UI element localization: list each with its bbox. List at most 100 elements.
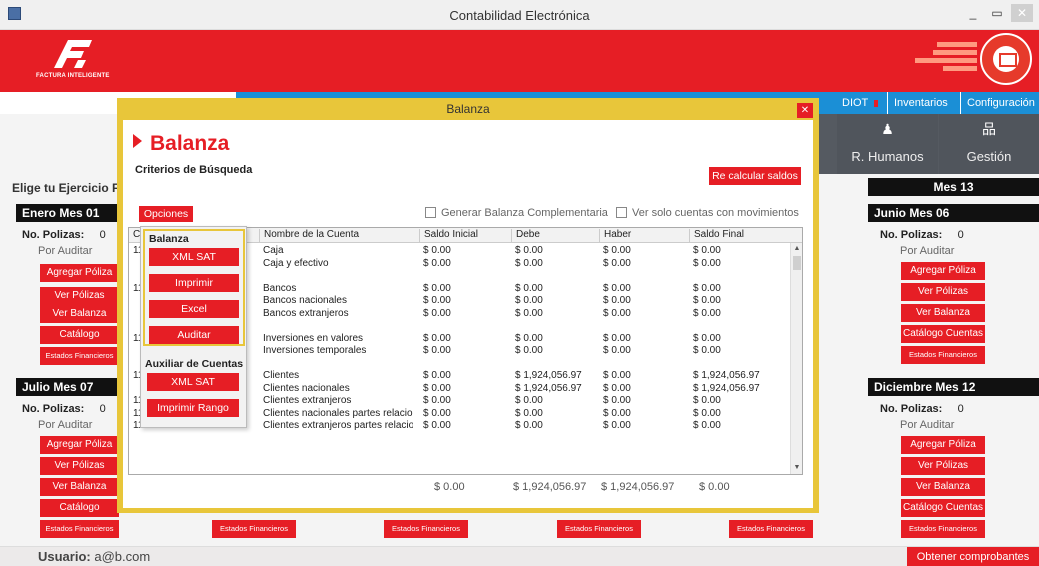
obtener-comprobantes-button[interactable]: Obtener comprobantes bbox=[907, 547, 1039, 566]
month-julio-header[interactable]: Julio Mes 07 bbox=[16, 378, 120, 396]
cell-fin: $ 0.00 bbox=[693, 345, 721, 356]
catalogo-cuentas-button[interactable]: Catálogo Cuentas bbox=[40, 326, 119, 358]
estados-financieros-button[interactable]: Estados Financieros bbox=[40, 347, 119, 365]
month-diciembre-header[interactable]: Diciembre Mes 12 bbox=[868, 378, 1039, 396]
nav-inventarios[interactable]: Inventarios bbox=[888, 92, 960, 129]
col-haber[interactable]: Haber bbox=[599, 229, 689, 242]
ver-balanza-button[interactable]: Ver Balanza bbox=[40, 478, 119, 496]
estados-financieros-button[interactable]: Estados Financieros bbox=[901, 520, 985, 538]
estados-financieros-button[interactable]: Estados Financieros bbox=[384, 520, 468, 538]
imprimir-rango-button[interactable]: Imprimir Rango bbox=[147, 399, 239, 417]
imprimir-button[interactable]: Imprimir bbox=[149, 274, 239, 292]
cell-haber: $ 0.00 bbox=[603, 382, 631, 394]
org-chart-icon: 品 bbox=[982, 121, 996, 137]
total-saldo-inicial: $ 0.00 bbox=[434, 481, 465, 493]
opciones-button[interactable]: Opciones bbox=[139, 206, 193, 222]
auditar-button[interactable]: Auditar bbox=[149, 326, 239, 344]
nav-configuracion-label: Configuración bbox=[967, 97, 1035, 109]
catalogo-cuentas-button[interactable]: Catálogo Cuentas bbox=[40, 499, 119, 531]
total-saldo-final: $ 0.00 bbox=[699, 481, 730, 493]
cell-fin: $ 0.00 bbox=[693, 420, 721, 431]
close-window-button[interactable]: ✕ bbox=[1011, 4, 1033, 22]
table-scrollbar[interactable]: ▲ ▼ bbox=[790, 243, 802, 474]
estados-financieros-button[interactable]: Estados Financieros bbox=[212, 520, 296, 538]
col-saldo-inicial[interactable]: Saldo Inicial bbox=[419, 229, 511, 242]
cell-ini: $ 0.00 bbox=[423, 382, 451, 394]
xml-sat-button[interactable]: XML SAT bbox=[149, 248, 239, 266]
catalogo-cuentas-button[interactable]: Catálogo Cuentas bbox=[901, 499, 985, 517]
estados-financieros-button[interactable]: Estados Financieros bbox=[901, 346, 985, 364]
cell-name: Caja bbox=[263, 245, 284, 256]
mes13-header[interactable]: Mes 13 bbox=[868, 178, 1039, 196]
estados-financieros-button[interactable]: Estados Financieros bbox=[557, 520, 641, 538]
brand-name: FACTURA INTELIGENTE bbox=[36, 73, 110, 79]
cell-haber: $ 0.00 bbox=[603, 395, 631, 406]
ver-balanza-button[interactable]: Ver Balanza bbox=[40, 305, 119, 323]
cell-ini: $ 0.00 bbox=[423, 282, 451, 294]
cell-haber: $ 0.00 bbox=[603, 257, 631, 269]
brand-logo: FACTURA INTELIGENTE bbox=[36, 38, 116, 84]
polizas-count-junio: No. Polizas: 0 bbox=[880, 229, 964, 241]
agregar-poliza-button[interactable]: Agregar Póliza bbox=[901, 436, 985, 454]
checkbox-icon bbox=[616, 207, 627, 218]
cell-debe: $ 0.00 bbox=[515, 245, 543, 256]
maximize-button[interactable]: ▭ bbox=[987, 4, 1007, 22]
ver-polizas-button[interactable]: Ver Pólizas bbox=[40, 457, 119, 475]
ver-polizas-button[interactable]: Ver Pólizas bbox=[901, 457, 985, 475]
scroll-up-icon[interactable]: ▲ bbox=[793, 245, 801, 253]
pin-icon bbox=[874, 99, 879, 107]
polizas-count-julio: No. Polizas: 0 bbox=[22, 403, 106, 415]
solo-movimientos-checkbox[interactable]: Ver solo cuentas con movimientos bbox=[616, 207, 799, 219]
cell-debe: $ 0.00 bbox=[515, 295, 543, 306]
person-icon: ♟ bbox=[881, 121, 894, 137]
ver-polizas-button[interactable]: Ver Pólizas bbox=[901, 283, 985, 301]
window-titlebar: Contabilidad Electrónica _ ▭ ✕ bbox=[0, 0, 1039, 30]
cell-ini: $ 0.00 bbox=[423, 245, 451, 256]
nav-configuracion[interactable]: Configuración bbox=[961, 92, 1039, 114]
nav-diot[interactable]: DIOT bbox=[836, 92, 887, 114]
status-bar: Usuario: a@b.com Obtener comprobantes bbox=[0, 546, 1039, 566]
cell-fin: $ 0.00 bbox=[693, 257, 721, 269]
nav-diot-label: DIOT bbox=[842, 97, 869, 109]
month-junio-header[interactable]: Junio Mes 06 bbox=[868, 204, 1039, 222]
ver-polizas-button[interactable]: Ver Pólizas bbox=[40, 287, 119, 305]
scroll-thumb[interactable] bbox=[793, 256, 801, 270]
catalogo-cuentas-button[interactable]: Catálogo Cuentas bbox=[901, 325, 985, 343]
ver-balanza-button[interactable]: Ver Balanza bbox=[901, 478, 985, 496]
complementaria-checkbox[interactable]: Generar Balanza Complementaria bbox=[425, 207, 608, 219]
recalcular-saldos-button[interactable]: Re calcular saldos bbox=[709, 167, 801, 185]
cell-name: Clientes nacionales partes relacion... bbox=[263, 407, 413, 419]
cell-ini: $ 0.00 bbox=[423, 407, 451, 419]
profile-avatar[interactable] bbox=[980, 33, 1032, 85]
auxiliar-xml-sat-button[interactable]: XML SAT bbox=[147, 373, 239, 391]
por-auditar-junio: Por Auditar bbox=[900, 245, 955, 257]
dialog-close-button[interactable]: ✕ bbox=[797, 103, 813, 118]
excel-button[interactable]: Excel bbox=[149, 300, 239, 318]
month-enero-header[interactable]: Enero Mes 01 bbox=[16, 204, 120, 222]
cell-ini: $ 0.00 bbox=[423, 345, 451, 356]
checkbox-icon bbox=[425, 207, 436, 218]
cell-haber: $ 0.00 bbox=[603, 307, 631, 319]
tile-gestion[interactable]: 品 Gestión bbox=[939, 114, 1039, 174]
agregar-poliza-button[interactable]: Agregar Póliza bbox=[40, 264, 119, 282]
cell-debe: $ 0.00 bbox=[515, 307, 543, 319]
tile-rhumanos[interactable]: ♟ R. Humanos bbox=[837, 114, 938, 174]
cell-haber: $ 0.00 bbox=[603, 420, 631, 431]
cell-debe: $ 0.00 bbox=[515, 282, 543, 294]
estados-financieros-button[interactable]: Estados Financieros bbox=[40, 520, 119, 538]
ver-balanza-button[interactable]: Ver Balanza bbox=[901, 304, 985, 322]
agregar-poliza-button[interactable]: Agregar Póliza bbox=[40, 436, 119, 454]
col-saldo-final[interactable]: Saldo Final bbox=[689, 229, 779, 242]
col-nombre[interactable]: Nombre de la Cuenta bbox=[259, 229, 419, 242]
balanza-section-label: Balanza bbox=[149, 233, 189, 245]
cell-name: Bancos bbox=[263, 282, 297, 294]
cell-name: Clientes extranjeros bbox=[263, 395, 352, 406]
agregar-poliza-button[interactable]: Agregar Póliza bbox=[901, 262, 985, 280]
minimize-button[interactable]: _ bbox=[963, 4, 983, 22]
cell-name: Bancos nacionales bbox=[263, 295, 347, 306]
col-debe[interactable]: Debe bbox=[511, 229, 599, 242]
scroll-down-icon[interactable]: ▼ bbox=[793, 464, 801, 472]
estados-financieros-button[interactable]: Estados Financieros bbox=[729, 520, 813, 538]
cell-debe: $ 1,924,056.97 bbox=[515, 370, 582, 381]
polizas-count-enero: No. Polizas: 0 bbox=[22, 229, 106, 241]
